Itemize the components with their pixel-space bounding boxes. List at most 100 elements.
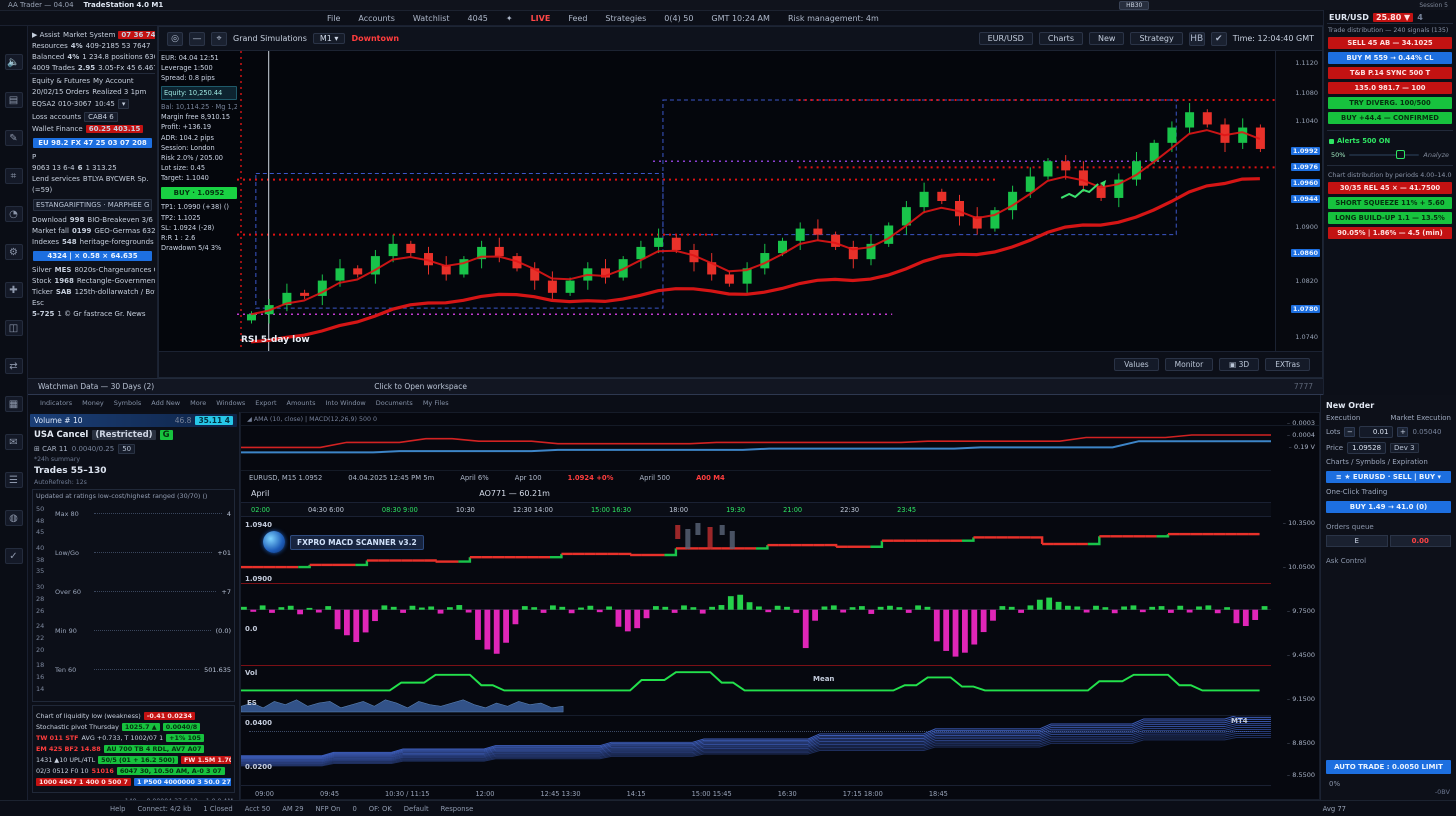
gauge-row[interactable]: 24 22 20 Min 90 (0.0)	[36, 621, 231, 656]
hb-icon[interactable]: HB	[1189, 32, 1205, 46]
timeframe-dropdown[interactable]: M1 ▾	[313, 33, 346, 44]
log-row[interactable]: TW 011 STF AVG +0.733, T 1002/07 1 +1% 1…	[36, 734, 231, 742]
market-watch-row[interactable]: Loss accounts CAB4 6	[30, 110, 155, 123]
distribution-row[interactable]: SHORT SQUEEZE 11% + 5.60	[1328, 197, 1452, 209]
mail-icon[interactable]: ✉	[5, 434, 23, 450]
market-watch-row[interactable]: ▶ Assist Market System 07 36 74	[30, 29, 155, 40]
signal-row[interactable]: BUY +44.4 — CONFIRMED	[1328, 112, 1452, 124]
status-item[interactable]: Response	[441, 805, 474, 813]
menu-item[interactable]: Accounts	[351, 13, 401, 24]
report-icon[interactable]: ▦	[5, 396, 23, 412]
menu-item[interactable]: Watchlist	[406, 13, 457, 24]
chart-footer-button[interactable]: Values	[1114, 358, 1159, 371]
market-watch-row[interactable]: EU 98.2 FX 47 25 03 07 208	[30, 134, 155, 151]
status-item[interactable]: 0	[352, 805, 356, 813]
crosshair-tool-icon[interactable]: ◎	[167, 32, 183, 46]
gauge-row[interactable]: 30 28 26 Over 60 +7	[36, 582, 231, 617]
market-watch-row[interactable]: Balanced 4% 1 234.8 positions 630	[30, 51, 155, 62]
menu-item[interactable]: 4045	[461, 13, 495, 24]
globe-icon[interactable]: ◍	[5, 510, 23, 526]
market-watch-row[interactable]: Equity & Futures My Account	[30, 75, 155, 86]
market-watch-row[interactable]: Wallet Finance 60.25 403.15	[30, 123, 155, 134]
lots-minus-button[interactable]: −	[1344, 427, 1355, 437]
market-watch-row[interactable]: 20/02/15 Orders Realized 3 1pm	[30, 86, 155, 97]
market-watch-row[interactable]: P	[30, 151, 155, 162]
subwindow-menu-item[interactable]: Amounts	[287, 399, 316, 407]
signal-row[interactable]: TRY DIVERG. 100/500	[1328, 97, 1452, 109]
log-row[interactable]: 1431 ▲10 UPL/4TL 50/5 (01 + 16.2 500) FW…	[36, 756, 231, 764]
alerts-toggle[interactable]: Alerts 500 ON	[1329, 137, 1451, 145]
market-watch-row[interactable]: Esc	[30, 297, 155, 308]
subwindow-menu-item[interactable]: Add New	[151, 399, 180, 407]
distribution-row[interactable]: LONG BUILD-UP 1.1 — 13.5%	[1328, 212, 1452, 224]
subwindow-menu-item[interactable]: Into Window	[325, 399, 365, 407]
status-item[interactable]: OF: OK	[369, 805, 392, 813]
gauge-row[interactable]: 50 48 45 Max 80 4	[36, 504, 231, 539]
status-item[interactable]: Acct 50	[245, 805, 270, 813]
market-watch-row[interactable]: Market fall 0199 GEO-Germas 6321	[30, 225, 155, 236]
buy-signal-badge[interactable]: BUY · 1.0952	[161, 187, 237, 200]
distribution-row[interactable]: 90.05% | 1.86% — 4.5 (min)	[1328, 227, 1452, 239]
market-watch-row[interactable]: EQSA2 010-3067 10:45 ▾	[30, 97, 155, 110]
market-watch-row[interactable]: Lend services BTLYA BYCWER Sp.	[30, 173, 155, 184]
market-watch-icon[interactable]: ▤	[5, 92, 23, 108]
menu-item[interactable]: Strategies	[598, 13, 653, 24]
chart-footer-button[interactable]: Monitor	[1165, 358, 1214, 371]
market-watch-row[interactable]: Ticker SAB 125th-dollarwatch / Bow	[30, 286, 155, 297]
signal-row[interactable]: BUY M 559 → 0.44% CL	[1328, 52, 1452, 64]
volume-header[interactable]: Volume # 10 46.8 35.11 4	[30, 414, 237, 427]
signal-row[interactable]: 135.0 981.7 — 100	[1328, 82, 1452, 94]
lots-plus-button[interactable]: +	[1397, 427, 1408, 437]
strategy-button[interactable]: Strategy	[1130, 32, 1182, 45]
menu-item[interactable]: Feed	[561, 13, 594, 24]
settings-icon[interactable]: ⚙	[5, 244, 23, 260]
market-watch-row[interactable]: 9063 13 6-4 6 1 313.25	[30, 162, 155, 173]
status-item[interactable]: 1 Closed	[203, 805, 232, 813]
chart-footer-button[interactable]: ▣ 3D	[1219, 358, 1259, 371]
crosshair-icon[interactable]: ✚	[5, 282, 23, 298]
grid-icon[interactable]: ⌗	[5, 168, 23, 184]
line-tool-icon[interactable]: —	[189, 32, 205, 46]
status-item[interactable]: Connect: 4/2 kb	[138, 805, 192, 813]
menu-item[interactable]: LIVE	[524, 13, 558, 24]
check-icon[interactable]: ✔	[1211, 32, 1227, 46]
market-watch-row[interactable]: 4324 | × 0.58 × 64.635	[30, 247, 155, 264]
menu-item[interactable]: GMT 10:24 AM	[704, 13, 777, 24]
log-row[interactable]: 1000 4047 1 400 0 500 7 1 P500 4000000 3…	[36, 778, 231, 786]
candlestick-chart[interactable]	[237, 51, 1277, 351]
market-watch-row[interactable]: 5-725 1 © Gr fastrace Gr. News	[30, 308, 155, 319]
list-icon[interactable]: ☰	[5, 472, 23, 488]
auto-trade-button[interactable]: AUTO TRADE : 0.0050 LIMIT	[1326, 760, 1451, 774]
subwindow-menu-item[interactable]: Indicators	[40, 399, 72, 407]
market-watch-row[interactable]: Download 998 BIO-Breakeven 3/6	[30, 214, 155, 225]
sell-buy-toggle[interactable]: ≡ ★ EURUSD · SELL | BUY ▾	[1326, 471, 1451, 483]
market-watch-row[interactable]: (=59)	[30, 184, 155, 195]
subwindow-menu-item[interactable]: Documents	[376, 399, 413, 407]
subwindow-menu-item[interactable]: Export	[255, 399, 276, 407]
slider-knob[interactable]	[1396, 150, 1405, 159]
market-watch-row[interactable]: 4009 Trades 2.95 3.05-Fx 45 6.467	[30, 62, 155, 73]
chart-footer-button[interactable]: EXTras	[1265, 358, 1310, 371]
signal-row[interactable]: SELL 45 AB — 34.1025	[1328, 37, 1452, 49]
new-window-icon[interactable]: ◫	[5, 320, 23, 336]
gauge-row[interactable]: 40 38 35 Low/Go +01	[36, 543, 231, 578]
log-row[interactable]: EM 425 BF2 14.88 AU 700 TB 4 RDL, AV7 A0…	[36, 745, 231, 753]
sound-icon[interactable]: 🔈	[5, 54, 23, 70]
menu-item[interactable]: File	[320, 13, 347, 24]
target-tool-icon[interactable]: ⌖	[211, 32, 227, 46]
draw-icon[interactable]: ✎	[5, 130, 23, 146]
market-watch-row[interactable]: ESTANGARIFTINGS · MARPHEE G	[30, 195, 155, 214]
menu-item[interactable]: ✦	[499, 13, 520, 24]
market-watch-row[interactable]: Stock 1968 Rectangle-Governmented	[30, 275, 155, 286]
price-input[interactable]: 1.09528	[1347, 442, 1386, 454]
menu-item[interactable]: Risk management: 4m	[781, 13, 886, 24]
lots-input[interactable]: 0.01	[1359, 426, 1393, 438]
symbol-button[interactable]: EUR/USD	[979, 32, 1033, 45]
market-watch-row[interactable]: Silver MES 8020s-Chargeurances Gro	[30, 264, 155, 275]
menu-item[interactable]: 0(4) 50	[657, 13, 700, 24]
status-item[interactable]: NFP On	[316, 805, 341, 813]
charts-button[interactable]: Charts	[1039, 32, 1083, 45]
subwindow-menu-item[interactable]: Money	[82, 399, 104, 407]
new-button[interactable]: New	[1089, 32, 1124, 45]
transfer-icon[interactable]: ⇄	[5, 358, 23, 374]
